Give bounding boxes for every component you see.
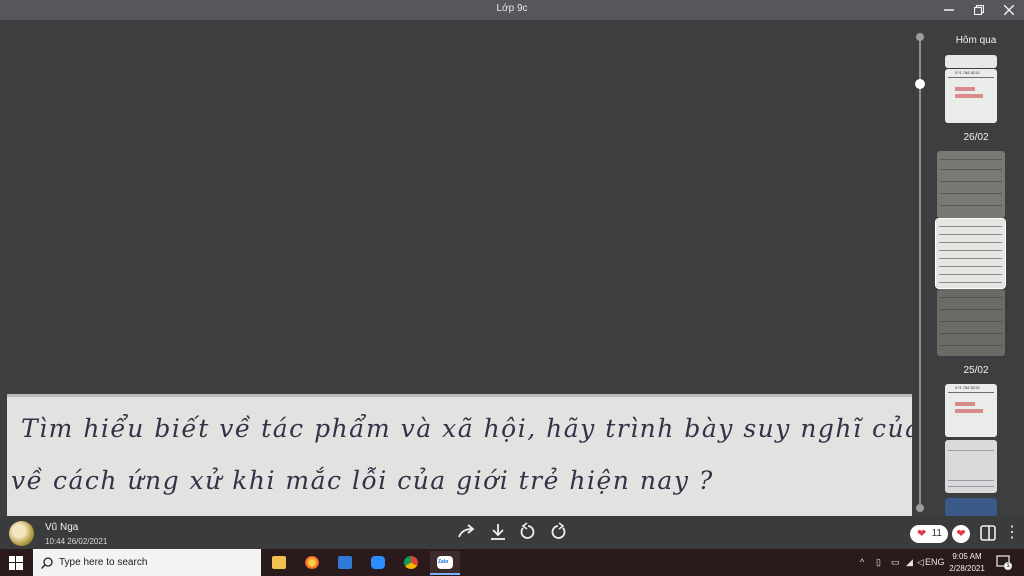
thumbnail[interactable] (945, 440, 997, 493)
rotate-right-icon (551, 522, 566, 539)
date-header-2502: 25/02 (963, 365, 989, 376)
tray-device-icon[interactable]: ▯ (876, 557, 881, 568)
forward-button[interactable] (456, 522, 478, 544)
zoom-icon (371, 556, 385, 569)
taskbar-search-box[interactable]: Type here to search (33, 549, 261, 576)
close-icon (1003, 4, 1015, 16)
rotate-right-button[interactable] (547, 522, 569, 544)
avatar[interactable] (9, 521, 34, 546)
battery-icon[interactable]: ▭ (891, 557, 900, 568)
photo-edge (7, 394, 912, 397)
taskbar: Type here to search Zalo ^ ▯ ▭ ◢ ◁ ENG 9… (0, 549, 1024, 576)
taskbar-app-mail[interactable] (330, 551, 360, 574)
windows-icon (9, 556, 23, 570)
minimize-icon (944, 9, 954, 11)
rotate-left-icon (520, 522, 535, 539)
zalo-label: Zalo (438, 559, 449, 565)
taskbar-app-firefox[interactable] (297, 551, 327, 574)
start-button[interactable] (0, 549, 32, 576)
timeline-scrubber[interactable] (919, 37, 921, 509)
chrome-icon (404, 556, 418, 569)
scrubber-top-dot (916, 33, 924, 41)
download-icon (491, 524, 505, 540)
reaction-count: 11 (931, 528, 942, 539)
layout-button[interactable] (980, 525, 996, 541)
title-bar: Lớp 9c (0, 0, 1024, 20)
notification-count: 1 (1004, 562, 1012, 570)
taskbar-app-chrome[interactable] (396, 551, 426, 574)
date-header-yesterday: Hôm qua (955, 35, 997, 46)
thumbnail[interactable] (945, 55, 997, 68)
thumbnail[interactable]: 0?1 768 8213 (945, 69, 997, 123)
handwritten-photo[interactable]: Tìm hiểu biết về tác phẩm và xã hội, hãy… (7, 394, 912, 516)
restore-button[interactable] (964, 0, 994, 20)
heart-icon: ❤ (917, 528, 927, 540)
date-header-2602: 26/02 (963, 132, 989, 143)
restore-icon (973, 4, 985, 16)
thumbnail[interactable] (937, 289, 1005, 356)
taskbar-app-zoom[interactable] (363, 551, 393, 574)
tray-overflow-icon[interactable]: ^ (860, 557, 864, 567)
react-button[interactable]: ❤ (952, 525, 970, 543)
handwriting-line-1: Tìm hiểu biết về tác phẩm và xã hội, hãy… (21, 414, 912, 443)
gallery-panel: Hôm qua 0?1 768 8213 26/02 25/02 0?1 768… (928, 20, 1024, 516)
scrubber-bottom-dot (916, 504, 924, 512)
thumbnail[interactable] (945, 498, 997, 516)
taskbar-app-file-explorer[interactable] (264, 551, 294, 574)
more-icon: ⋮ (1004, 524, 1020, 541)
volume-icon[interactable]: ◁ (917, 557, 924, 568)
thumb-phone-text-2: 0?1 768 8213 (955, 385, 980, 390)
minimize-button[interactable] (934, 0, 964, 20)
reaction-count-badge[interactable]: ❤ 11 (910, 525, 948, 543)
forward-icon (458, 524, 475, 538)
taskbar-app-zalo[interactable]: Zalo (430, 551, 460, 574)
thumbnail[interactable]: 0?1 768 8213 (945, 384, 997, 437)
sent-time: 10:44 26/02/2021 (45, 537, 108, 546)
file-explorer-icon (272, 556, 286, 569)
download-button[interactable] (487, 522, 509, 544)
scrubber-handle[interactable] (915, 79, 925, 89)
rotate-left-button[interactable] (517, 522, 539, 544)
clock-time[interactable]: 9:05 AM (944, 552, 990, 561)
search-placeholder: Type here to search (59, 557, 148, 568)
clock-date[interactable]: 2/28/2021 (944, 564, 990, 573)
thumbnail[interactable] (937, 151, 1005, 218)
close-button[interactable] (994, 0, 1024, 20)
handwriting-line-3-partial: ~ ~ ~ ~ ~ ~ ~ ~ ~ ~ ~ ~ ~ ~ ~ (33, 506, 417, 516)
image-viewer[interactable]: Tìm hiểu biết về tác phẩm và xã hội, hãy… (0, 20, 918, 516)
thumbnail-selected[interactable] (935, 218, 1006, 289)
sender-name: Vũ Nga (45, 522, 79, 533)
viewer-toolbar: Vũ Nga 10:44 26/02/2021 ❤ 11 ❤ ⋮ (0, 516, 1024, 549)
network-icon[interactable]: ◢ (906, 557, 913, 568)
search-icon (41, 557, 53, 569)
layout-icon (980, 525, 996, 541)
firefox-icon (305, 556, 319, 569)
zalo-icon: Zalo (437, 556, 453, 569)
active-app-indicator (430, 573, 460, 575)
more-button[interactable]: ⋮ (1004, 522, 1020, 544)
notification-button[interactable]: 1 (996, 555, 1012, 570)
mail-icon (338, 556, 352, 569)
window-title: Lớp 9c (496, 3, 528, 14)
heart-icon: ❤ (956, 528, 966, 540)
handwriting-line-2: về cách ứng xử khi mắc lỗi của giới trẻ … (11, 466, 714, 495)
language-indicator[interactable]: ENG (925, 557, 945, 567)
thumb-phone-text: 0?1 768 8213 (955, 70, 980, 75)
